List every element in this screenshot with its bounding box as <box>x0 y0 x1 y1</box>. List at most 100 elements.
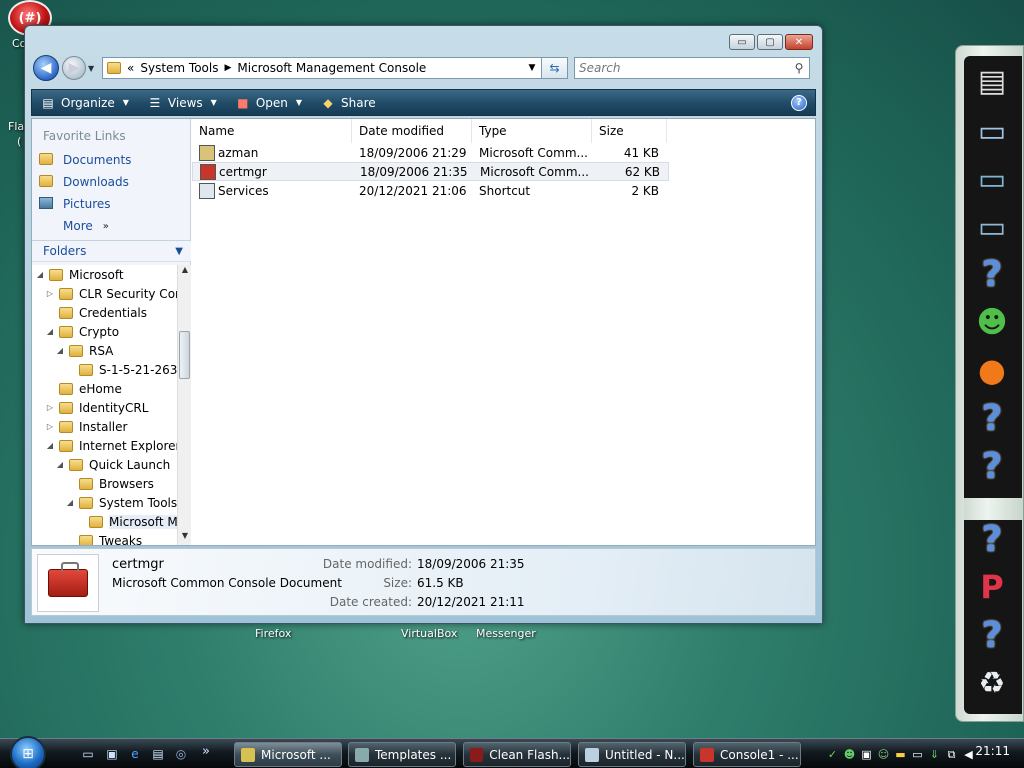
recent-pages-dropdown-icon[interactable]: ▼ <box>88 64 98 73</box>
breadcrumb-system-tools[interactable]: System Tools <box>140 61 218 75</box>
unknown-app-icon[interactable]: ? <box>969 516 1015 562</box>
recycle-bin-icon[interactable]: ♻ <box>969 660 1015 706</box>
views-button[interactable]: ☰ Views ▼ <box>147 96 217 110</box>
task-templates[interactable]: Templates ... <box>348 742 456 767</box>
show-desktop-icon[interactable]: ▭ <box>80 747 96 763</box>
desktop-icon-label[interactable]: Fla <box>8 120 24 133</box>
firefox-icon[interactable]: ● <box>969 347 1015 393</box>
address-overflow[interactable]: « <box>127 61 134 75</box>
search-input[interactable]: Search ⚲ <box>574 57 810 79</box>
desktop-icon-messenger[interactable]: Messenger <box>476 627 536 640</box>
expand-icon[interactable]: ◢ <box>35 270 45 279</box>
forward-button[interactable]: ▶ <box>62 56 86 80</box>
file-row-services[interactable]: Services 20/12/2021 21:06 Shortcut 2 KB <box>192 181 667 200</box>
favorite-pictures[interactable]: Pictures <box>39 197 111 211</box>
search-icon[interactable]: ⚲ <box>789 61 809 75</box>
messenger-icon[interactable]: ☻ <box>843 748 856 761</box>
file-row-certmgr[interactable]: certmgr 18/09/2006 21:35 Microsoft Comm.… <box>192 162 669 181</box>
task-untitled-notepad[interactable]: Untitled - N... <box>578 742 686 767</box>
tree-item-system-tools[interactable]: ◢ System Tools <box>65 493 177 512</box>
favorite-more[interactable]: More » <box>63 219 109 233</box>
start-button[interactable]: ⊞ <box>10 736 46 768</box>
column-size[interactable]: Size <box>592 119 667 143</box>
scroll-thumb[interactable] <box>179 331 190 379</box>
unknown-app-icon[interactable]: ? <box>969 612 1015 658</box>
unknown-app-icon[interactable]: ? <box>969 251 1015 297</box>
address-bar[interactable]: « System Tools ▶ Microsoft Management Co… <box>102 57 542 79</box>
back-button[interactable]: ◀ <box>33 55 59 81</box>
task-clean-flash[interactable]: Clean Flash... <box>463 742 571 767</box>
safely-remove-icon[interactable]: ⇓ <box>928 748 941 761</box>
tree-item-credentials[interactable]: Credentials <box>45 303 147 322</box>
people-icon[interactable]: ☺ <box>877 748 890 761</box>
expand-icon[interactable]: ◢ <box>45 441 55 450</box>
close-button[interactable]: ✕ <box>785 34 813 50</box>
switch-windows-icon[interactable]: ▣ <box>104 747 120 763</box>
powerpoint-icon[interactable]: P <box>969 564 1015 610</box>
clock[interactable]: 21:11 <box>975 744 1010 758</box>
unknown-app-icon[interactable]: ? <box>969 395 1015 441</box>
tree-item-tweaks[interactable]: Tweaks <box>65 531 142 545</box>
tree-item-rsa[interactable]: ◢ RSA <box>55 341 113 360</box>
desktop-icon-label[interactable]: ( <box>17 135 21 148</box>
expand-icon[interactable]: ◢ <box>65 498 75 507</box>
favorite-documents[interactable]: Documents <box>39 153 131 167</box>
network-icon[interactable]: ⧉ <box>945 748 958 761</box>
messenger-icon[interactable]: ☻ <box>969 299 1015 345</box>
scroll-up-icon[interactable]: ▲ <box>178 265 192 279</box>
help-icon[interactable]: ? <box>791 94 807 111</box>
breadcrumb-separator-icon[interactable]: ▶ <box>224 63 231 73</box>
tree-scrollbar[interactable]: ▲ ▼ <box>177 265 191 545</box>
desktop-icon-firefox[interactable]: Firefox <box>255 627 291 640</box>
computer-icon[interactable]: ▤ <box>969 58 1015 104</box>
tree-item-quick-launch[interactable]: ◢ Quick Launch <box>55 455 170 474</box>
desktop-icon-virtualbox[interactable]: VirtualBox <box>401 627 457 640</box>
volume-icon[interactable]: ◀ <box>962 748 975 761</box>
monitor-icon[interactable]: ▣ <box>860 748 873 761</box>
column-type[interactable]: Type <box>472 119 592 143</box>
tree-item-identitycrl[interactable]: ▷ IdentityCRL <box>45 398 148 417</box>
favorite-downloads[interactable]: Downloads <box>39 175 129 189</box>
share-button[interactable]: ◆ Share <box>320 96 375 110</box>
column-name[interactable]: Name <box>192 119 352 143</box>
tree-item-clr-security[interactable]: ▷ CLR Security Confi <box>45 284 177 303</box>
scroll-down-icon[interactable]: ▼ <box>178 531 192 545</box>
check-icon[interactable]: ✓ <box>826 748 839 761</box>
quick-launch-overflow[interactable]: » <box>198 744 214 760</box>
maximize-button[interactable]: ▢ <box>757 34 783 50</box>
breadcrumb-microsoft-management-console[interactable]: Microsoft Management Console <box>237 61 426 75</box>
folder-icon[interactable]: ▭ <box>969 108 1015 154</box>
expand-icon[interactable]: ◢ <box>55 346 65 355</box>
folder-icon[interactable]: ▭ <box>969 156 1015 202</box>
window-icon[interactable]: ▤ <box>150 747 166 763</box>
expand-icon[interactable]: ◢ <box>55 460 65 469</box>
network-icon[interactable]: ◎ <box>173 747 189 763</box>
file-row-azman[interactable]: azman 18/09/2006 21:29 Microsoft Comm...… <box>192 143 667 162</box>
folders-header[interactable]: Folders ▼ <box>32 240 191 262</box>
tree-item-microsoft-management[interactable]: Microsoft Ma <box>75 512 177 531</box>
internet-explorer-icon[interactable]: e <box>127 747 143 763</box>
window-icon[interactable]: ▭ <box>911 748 924 761</box>
refresh-button[interactable]: ⇆ <box>542 57 568 79</box>
expand-icon[interactable]: ▷ <box>45 422 55 431</box>
unknown-app-icon[interactable]: ? <box>969 443 1015 489</box>
column-date-modified[interactable]: Date modified <box>352 119 472 143</box>
tree-item-ehome[interactable]: eHome <box>45 379 122 398</box>
task-console1[interactable]: Console1 - ... <box>693 742 801 767</box>
expand-icon[interactable]: ▷ <box>45 289 55 298</box>
address-dropdown-icon[interactable]: ▼ <box>523 63 541 73</box>
tree-item-sid[interactable]: S-1-5-21-26307 <box>65 360 177 379</box>
organize-button[interactable]: ▤ Organize ▼ <box>40 96 129 110</box>
expand-icon[interactable]: ▷ <box>45 403 55 412</box>
tree-item-installer[interactable]: ▷ Installer <box>45 417 128 436</box>
tree-item-browsers[interactable]: Browsers <box>65 474 154 493</box>
minimize-button[interactable]: ▭ <box>729 34 755 50</box>
expand-icon[interactable]: ◢ <box>45 327 55 336</box>
tree-item-microsoft[interactable]: ◢ Microsoft <box>35 265 124 284</box>
battery-icon[interactable]: ▬ <box>894 748 907 761</box>
task-microsoft[interactable]: Microsoft ... <box>234 742 342 767</box>
folder-icon[interactable]: ▭ <box>969 204 1015 250</box>
tree-item-internet-explorer[interactable]: ◢ Internet Explorer <box>45 436 177 455</box>
tree-item-crypto[interactable]: ◢ Crypto <box>45 322 119 341</box>
open-button[interactable]: ■ Open ▼ <box>235 96 302 110</box>
